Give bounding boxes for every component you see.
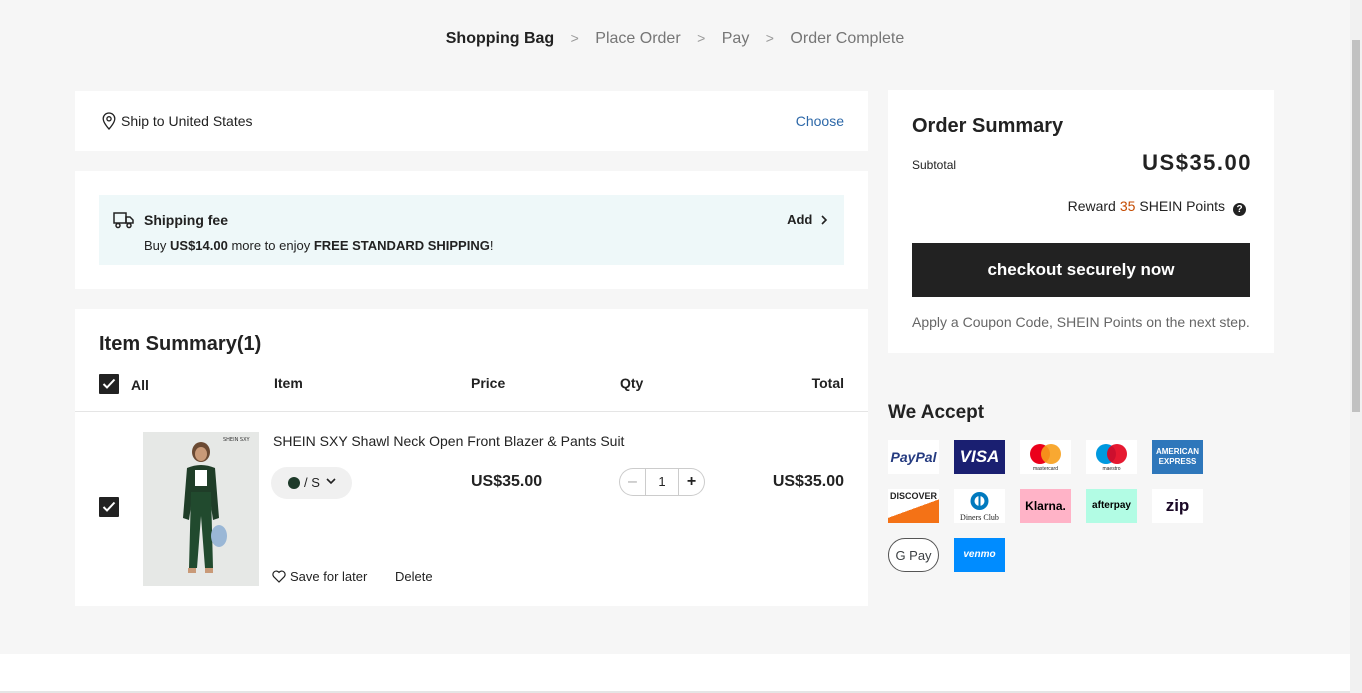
item-summary-heading: Item Summary(1)	[99, 333, 262, 355]
truck-icon	[113, 212, 134, 229]
item-total: US$35.00	[772, 473, 844, 490]
column-qty: Qty	[620, 375, 644, 391]
afterpay-logo: afterpay	[1086, 489, 1137, 523]
maestro-logo: maestro	[1086, 440, 1137, 474]
reward-points-label: SHEIN Points	[1139, 198, 1225, 214]
page-scrollbar[interactable]	[1350, 0, 1362, 693]
product-image[interactable]: SHEIN SXY	[143, 432, 259, 586]
visa-logo: VISA	[954, 440, 1005, 474]
quantity-stepper: – 1 +	[619, 468, 705, 496]
shipping-fee-banner: Shipping fee Buy US$14.00 more to enjoy …	[99, 195, 844, 265]
shipping-fee-title: Shipping fee	[144, 212, 228, 228]
subtotal-label: Subtotal	[912, 158, 957, 172]
step-separator: >	[765, 30, 774, 46]
google-pay-logo: G Pay	[888, 538, 939, 572]
increase-quantity-button[interactable]: +	[679, 468, 705, 496]
venmo-logo: venmo	[954, 538, 1005, 572]
select-all-label: All	[131, 377, 149, 393]
ship-to-panel: Ship to United States Choose	[75, 91, 868, 151]
scrollbar-thumb[interactable]	[1352, 40, 1360, 412]
maestro-label: maestro	[1102, 466, 1121, 472]
delete-item-button[interactable]: Delete	[395, 569, 433, 584]
select-all-checkbox[interactable]	[99, 374, 119, 394]
checkmark-icon	[102, 378, 116, 389]
subtotal-value: US$35.00	[1142, 150, 1252, 175]
coupon-hint: Apply a Coupon Code, SHEIN Points on the…	[912, 314, 1250, 330]
item-checkbox[interactable]	[99, 497, 119, 517]
location-pin-icon	[102, 112, 116, 130]
step-shopping-bag: Shopping Bag	[445, 30, 555, 47]
variant-selector[interactable]: / S	[271, 467, 352, 499]
quantity-input[interactable]: 1	[645, 468, 679, 496]
step-separator: >	[570, 30, 579, 46]
heart-icon	[272, 570, 286, 583]
variant-size: / S	[304, 475, 320, 490]
mastercard-logo: mastercard	[1020, 440, 1071, 474]
add-items-link[interactable]: Add	[787, 212, 828, 227]
diners-club-label: Diners Club	[960, 513, 999, 522]
product-name[interactable]: SHEIN SXY Shawl Neck Open Front Blazer &…	[273, 433, 624, 449]
reward-label: Reward	[1067, 198, 1116, 214]
paypal-logo: PayPal	[888, 440, 939, 474]
mastercard-label: mastercard	[1032, 466, 1058, 472]
color-swatch	[288, 477, 300, 489]
free-shipping-label: FREE STANDARD SHIPPING	[313, 238, 490, 253]
step-separator: >	[697, 30, 706, 46]
step-order-complete: Order Complete	[790, 30, 905, 47]
product-image-brand: SHEIN SXY	[223, 437, 250, 443]
decrease-quantity-button[interactable]: –	[619, 468, 645, 496]
free-shipping-message-middle: more to enjoy	[227, 238, 314, 253]
order-summary-panel: Order Summary Subtotal US$35.00 Reward 35…	[888, 90, 1274, 353]
order-summary-title: Order Summary	[912, 115, 1064, 137]
checkout-button[interactable]: checkout securely now	[912, 243, 1250, 297]
amex-logo: AMERICAN EXPRESS	[1152, 440, 1203, 474]
product-photo: SHEIN SXY	[143, 432, 259, 586]
we-accept-title: We Accept	[888, 402, 985, 423]
chevron-down-icon	[326, 478, 336, 485]
column-total: Total	[811, 375, 844, 391]
column-price: Price	[471, 375, 506, 391]
discover-logo: DISCOVER	[888, 489, 939, 523]
help-icon[interactable]: ?	[1233, 203, 1246, 216]
reward-points: Reward 35 SHEIN Points?	[1068, 198, 1246, 216]
step-place-order: Place Order	[595, 30, 681, 47]
footer	[0, 654, 1350, 693]
item-price: US$35.00	[471, 473, 543, 490]
checkmark-icon	[102, 501, 116, 512]
divider	[75, 411, 868, 412]
zip-logo: zip	[1152, 489, 1203, 523]
add-items-label: Add	[787, 212, 813, 227]
save-for-later-label: Save for later	[290, 569, 368, 584]
chevron-right-icon	[821, 215, 828, 225]
free-shipping-message-prefix: Buy	[144, 238, 171, 253]
free-shipping-message: Buy US$14.00 more to enjoy FREE STANDARD…	[144, 238, 493, 253]
ship-to-label: Ship to United States	[121, 113, 253, 129]
shipping-fee-panel: Shipping fee Buy US$14.00 more to enjoy …	[75, 171, 868, 289]
column-item: Item	[274, 375, 303, 391]
save-for-later-button[interactable]: Save for later	[272, 569, 367, 584]
free-shipping-message-suffix: !	[489, 238, 494, 253]
item-summary-panel: Item Summary(1) All Item Price Qty Total…	[75, 309, 868, 606]
reward-points-value: 35	[1119, 198, 1136, 214]
free-shipping-amount: US$14.00	[170, 238, 228, 253]
checkout-steps: Shopping Bag > Place Order > Pay > Order…	[0, 30, 1350, 48]
klarna-logo: Klarna.	[1020, 489, 1071, 523]
choose-country-link[interactable]: Choose	[796, 113, 844, 129]
diners-club-logo: Diners Club	[954, 489, 1005, 523]
step-pay: Pay	[721, 30, 750, 47]
